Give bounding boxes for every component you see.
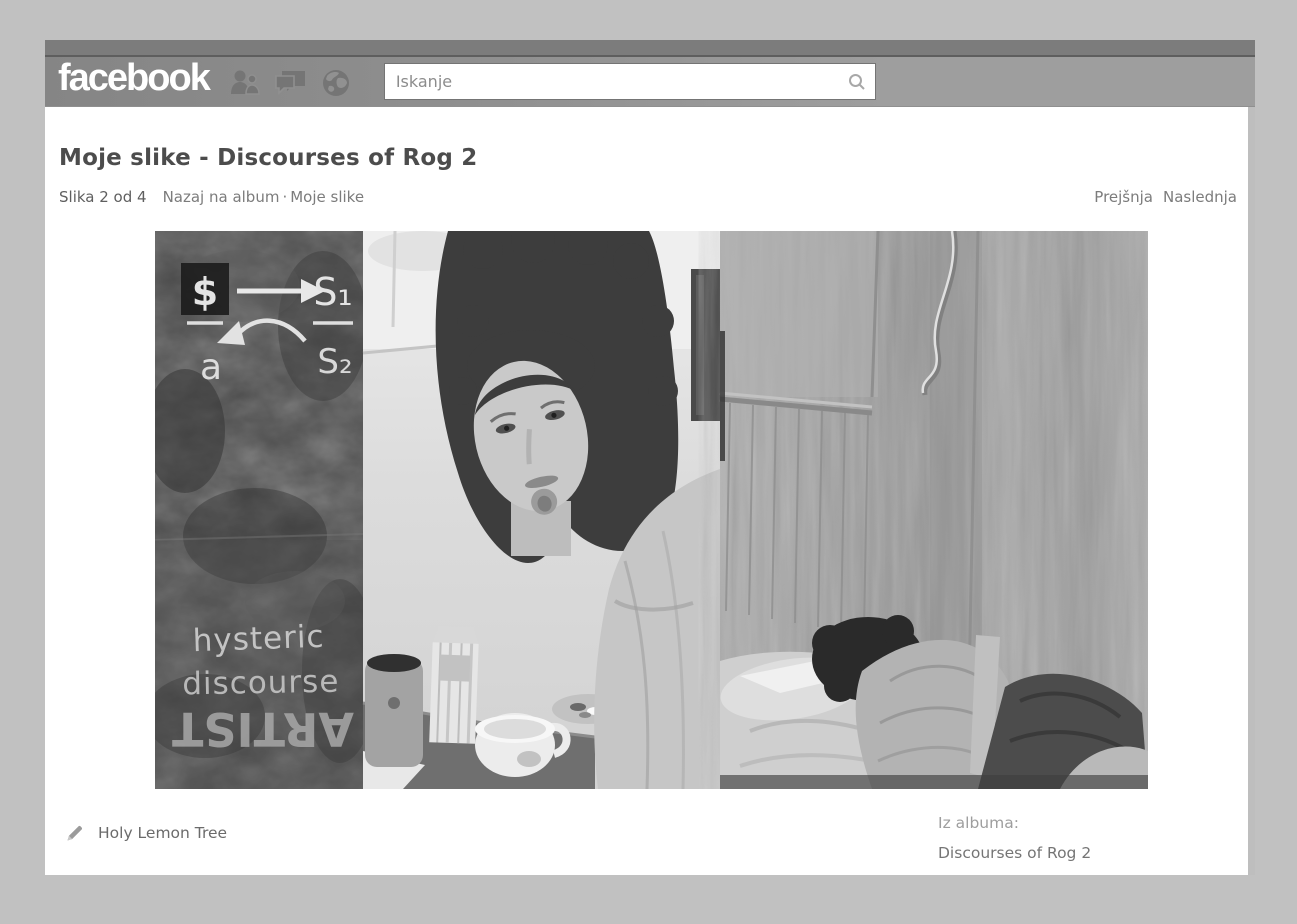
album-name-link[interactable]: Discourses of Rog 2: [938, 843, 1091, 864]
back-to-album-link[interactable]: Nazaj na album: [163, 188, 280, 206]
photo-panel-matheme-collage: $ S₁ S₂ a hysteric discourse: [155, 231, 378, 789]
photo-image[interactable]: $ S₁ S₂ a hysteric discourse: [155, 231, 1148, 789]
svg-text:hysteric: hysteric: [192, 619, 325, 660]
edit-caption-pencil-icon[interactable]: [65, 823, 85, 843]
facebook-page-window: facebook: [45, 40, 1255, 875]
desktop-background: { "colors": { "frame": "#c1c1c1", "heade…: [0, 0, 1297, 924]
next-photo-link[interactable]: Naslednja: [1163, 188, 1237, 206]
facebook-logo[interactable]: facebook: [58, 57, 209, 100]
svg-text:discourse: discourse: [182, 664, 340, 703]
svg-text:S₁: S₁: [313, 270, 352, 314]
subnav-separator: ·: [282, 188, 287, 206]
photo-subnav: Slika 2 od 4 Nazaj na album·Moje slike: [59, 188, 364, 206]
svg-text:a: a: [200, 347, 222, 388]
photo-panel-cabin-sleeper: [717, 231, 1148, 789]
friend-requests-icon[interactable]: [229, 68, 261, 98]
search-box: [384, 63, 876, 100]
facebook-header-bar: facebook: [45, 57, 1255, 107]
photo-pager: Prejšnja Naslednja: [1094, 188, 1237, 206]
scrollbar[interactable]: [1248, 107, 1255, 875]
from-album-block: Iz albuma: Discourses of Rog 2: [938, 813, 1091, 864]
photo-position-text: Slika 2 od 4: [59, 188, 147, 206]
page-content: Moje slike - Discourses of Rog 2 Slika 2…: [45, 107, 1255, 875]
svg-text:S₂: S₂: [317, 342, 352, 382]
messages-icon[interactable]: [274, 68, 308, 98]
search-input[interactable]: [394, 71, 848, 92]
from-album-label: Iz albuma:: [938, 813, 1091, 834]
my-photos-link[interactable]: Moje slike: [290, 188, 364, 206]
photo-caption-text: Holy Lemon Tree: [98, 824, 227, 842]
page-title: Moje slike - Discourses of Rog 2: [59, 145, 477, 171]
window-top-strip: [45, 40, 1255, 57]
header-icons: [229, 68, 351, 98]
svg-text:$: $: [192, 270, 218, 314]
photo-caption-row: Holy Lemon Tree: [65, 823, 227, 843]
search-magnifier-icon[interactable]: [848, 73, 866, 91]
previous-photo-link[interactable]: Prejšnja: [1094, 188, 1153, 206]
svg-text:ARTIST: ARTIST: [171, 702, 354, 756]
photo-panel-portrait: [363, 231, 720, 789]
notifications-globe-icon[interactable]: [321, 68, 351, 98]
